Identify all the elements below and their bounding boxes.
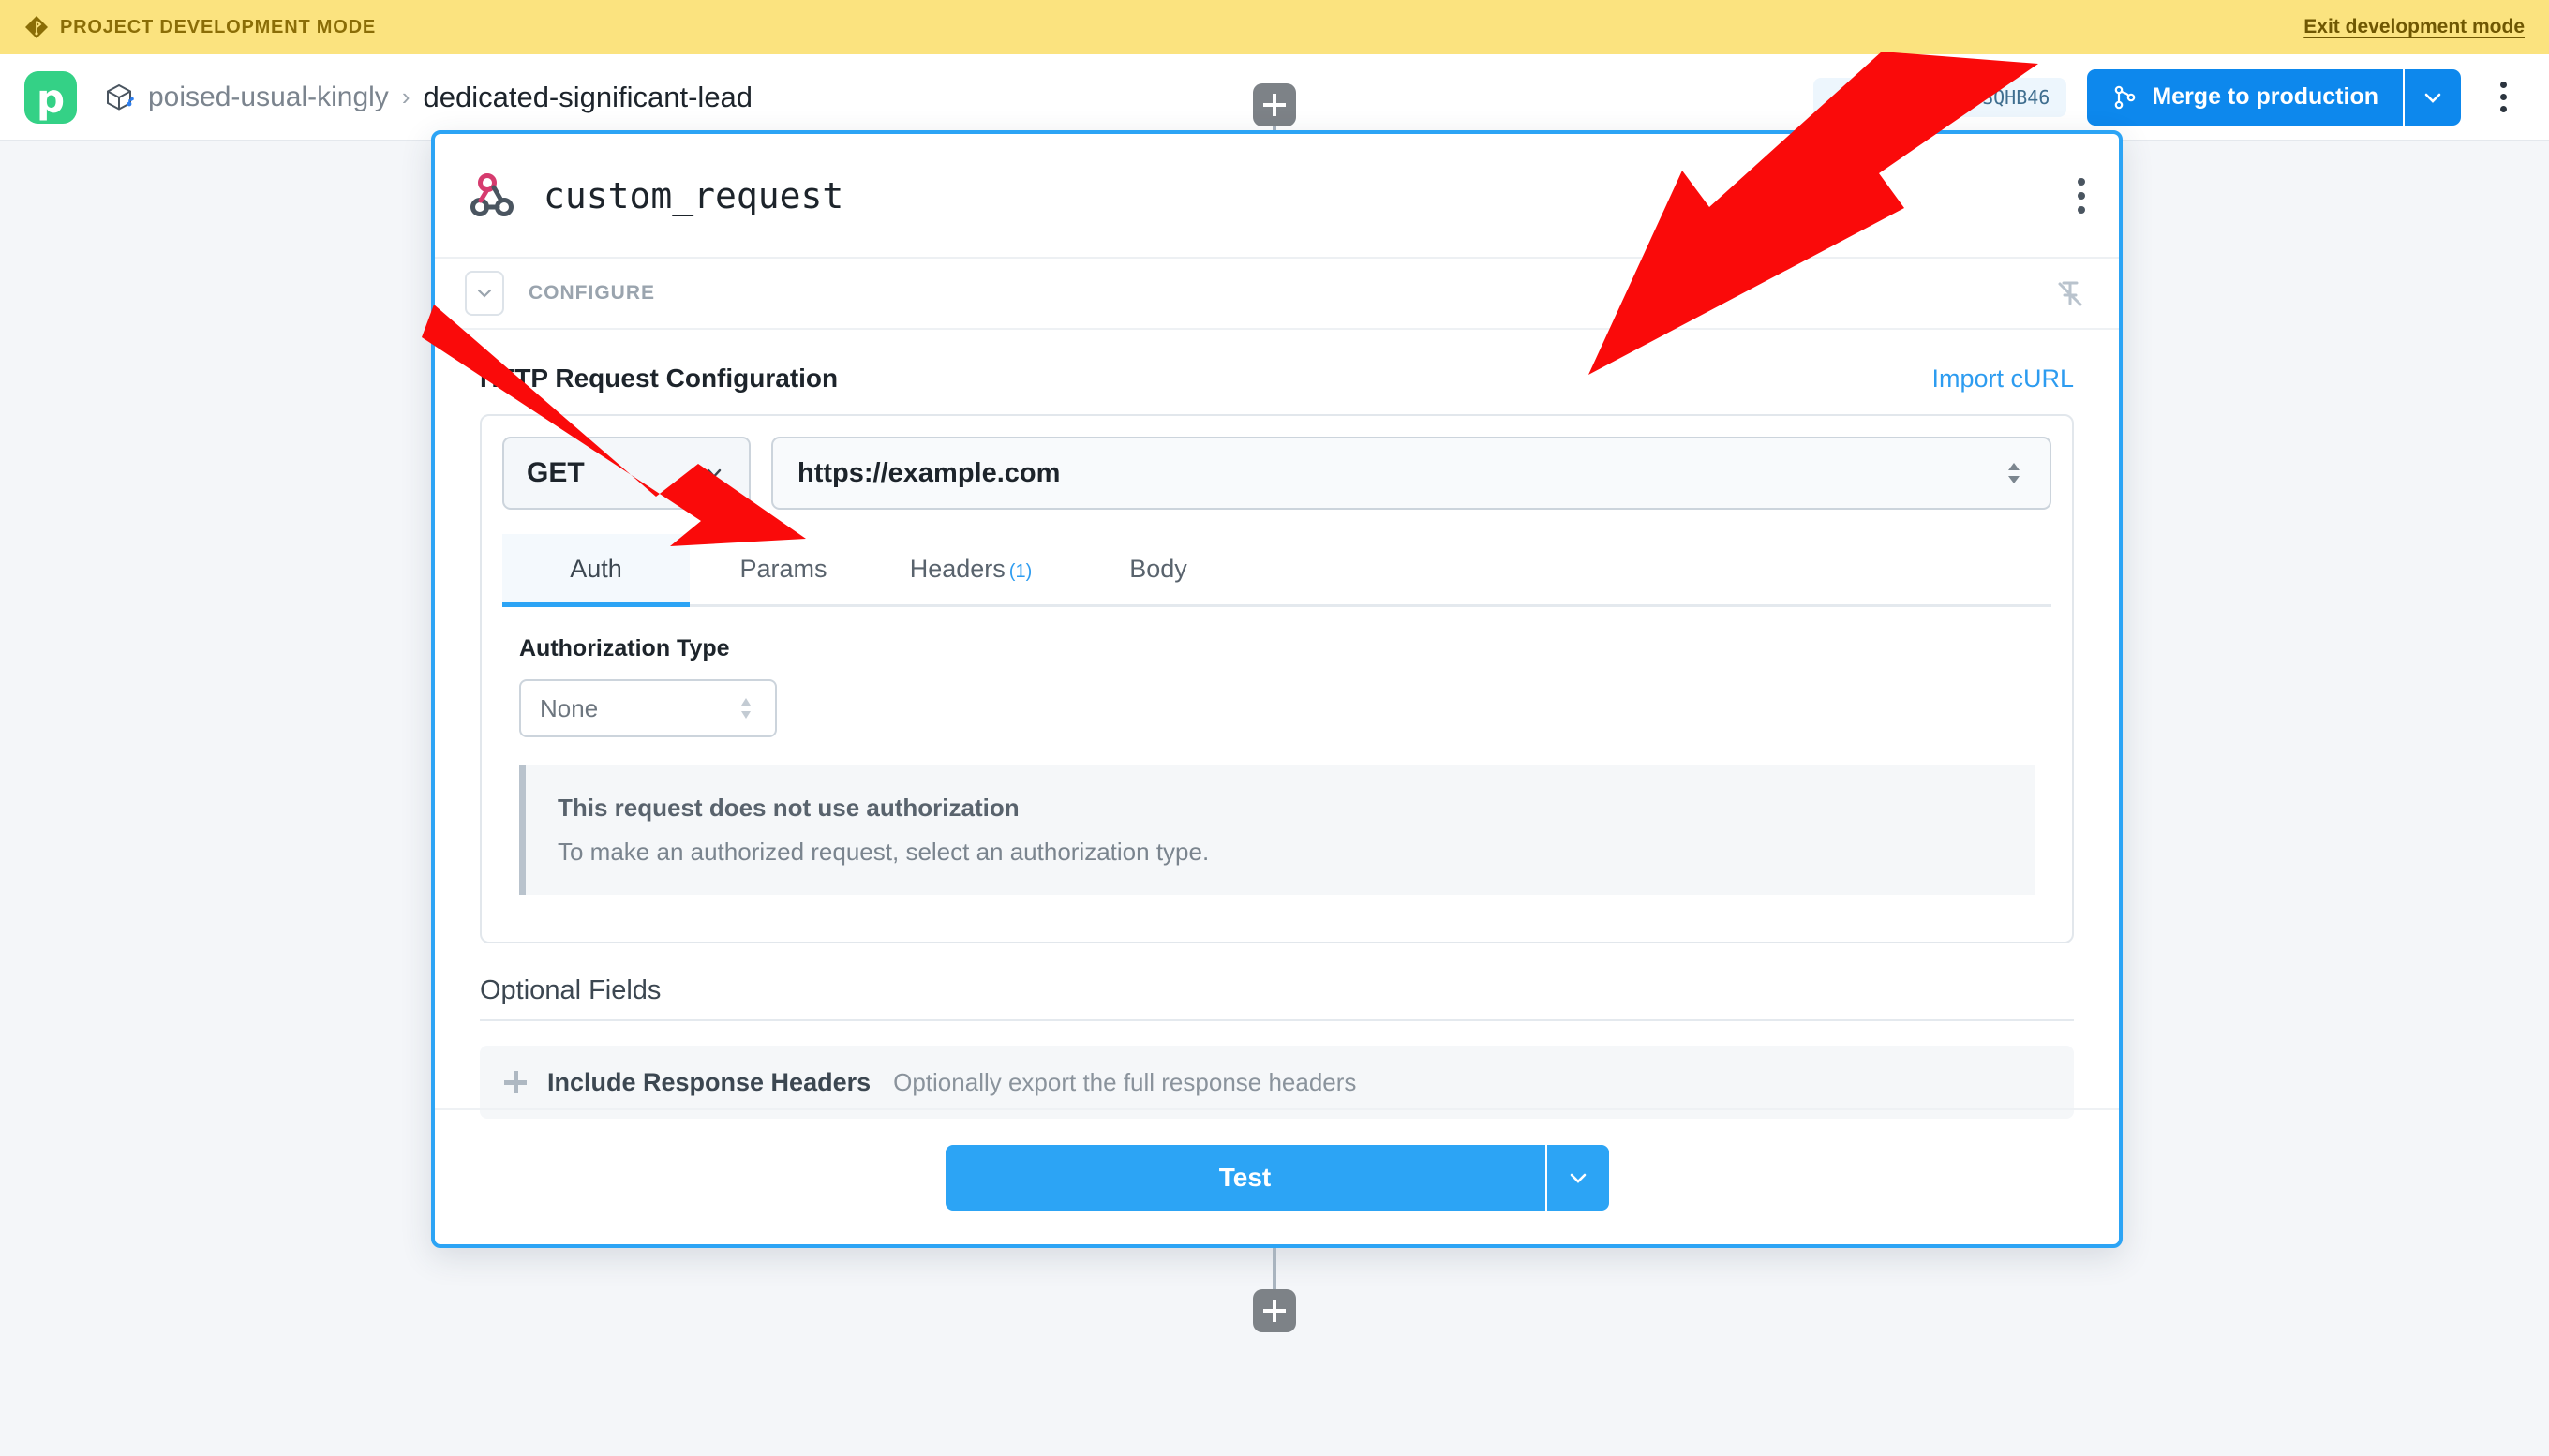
- branch-badge[interactable]: ⎇ dev-pravin-SQHB46: [1812, 77, 2067, 117]
- webhook-icon: [470, 172, 514, 216]
- development-mode-label: PROJECT DEVELOPMENT MODE: [60, 16, 377, 37]
- pin-off-icon: [2058, 281, 2082, 306]
- tab-auth-label: Auth: [570, 555, 622, 583]
- node-title: custom_request: [544, 174, 844, 216]
- collapse-configure-button[interactable]: [465, 271, 504, 316]
- topbar-overflow-menu[interactable]: [2482, 71, 2525, 124]
- node-card-header: custom_request: [435, 134, 2119, 259]
- unpin-button[interactable]: [2051, 275, 2087, 311]
- tab-headers-badge: (1): [1008, 561, 1033, 582]
- branch-icon: ⎇: [1829, 85, 1852, 109]
- exit-development-mode-link[interactable]: Exit development mode: [2303, 16, 2525, 37]
- request-tabs: Auth Params Headers (1) Body: [502, 534, 2051, 607]
- merge-to-production-button[interactable]: Merge to production: [2087, 68, 2403, 126]
- cube-branch-icon: [107, 83, 134, 111]
- request-url-value: https://example.com: [797, 457, 1061, 488]
- breadcrumb: poised-usual-kingly › dedicated-signific…: [103, 81, 753, 114]
- tab-body[interactable]: Body: [1065, 534, 1252, 604]
- diamond-branch-icon: [25, 16, 48, 38]
- updown-arrows-icon: [741, 698, 751, 719]
- tab-headers-label: Headers: [909, 555, 1006, 583]
- method-url-row: GET https://example.com: [502, 437, 2051, 510]
- http-request-section-title: HTTP Request Configuration: [480, 364, 839, 393]
- add-node-button-bottom[interactable]: [1253, 1289, 1296, 1332]
- breadcrumb-separator: ›: [401, 82, 410, 111]
- branch-badge-label: dev-pravin-SQHB46: [1857, 85, 2050, 109]
- optional-fields-title: Optional Fields: [480, 975, 662, 1005]
- optional-fields-divider: [480, 1019, 2074, 1021]
- custom-request-node-card[interactable]: custom_request CONFIGURE HTTP Request Co…: [431, 130, 2123, 1248]
- configure-section-bar: CONFIGURE: [435, 259, 2119, 330]
- test-button[interactable]: Test: [945, 1144, 1545, 1211]
- development-mode-banner: PROJECT DEVELOPMENT MODE Exit developmen…: [0, 0, 2549, 54]
- authorization-note-title: This request does not use authorization: [558, 794, 1020, 822]
- chevron-down-icon: [477, 289, 492, 298]
- merge-dropdown-button[interactable]: [2403, 68, 2461, 126]
- kebab-dot: [2499, 82, 2507, 88]
- add-node-button-top[interactable]: [1253, 83, 1296, 126]
- merge-to-production-label: Merge to production: [2152, 83, 2378, 110]
- authorization-type-select[interactable]: None: [519, 679, 777, 737]
- updown-arrows-icon: [2008, 463, 2020, 483]
- node-card-body: HTTP Request Configuration Import cURL G…: [435, 330, 2119, 1119]
- node-card-footer: Test: [435, 1108, 2119, 1244]
- tab-body-label: Body: [1129, 555, 1187, 583]
- authorization-info-note: This request does not use authorization …: [519, 765, 2035, 895]
- development-mode-banner-left: PROJECT DEVELOPMENT MODE: [24, 15, 376, 39]
- configure-label: CONFIGURE: [529, 282, 655, 304]
- request-url-input[interactable]: https://example.com: [771, 437, 2051, 510]
- kebab-dot: [2078, 177, 2085, 186]
- node-card-overflow-menu[interactable]: [2078, 177, 2085, 214]
- plus-icon: [504, 1071, 527, 1093]
- test-dropdown-button[interactable]: [1544, 1144, 1609, 1211]
- chevron-down-icon: [1570, 1173, 1586, 1183]
- http-request-box: GET https://example.com Auth Params Head…: [480, 414, 2074, 943]
- kebab-dot: [2078, 205, 2085, 214]
- tab-params-label: Params: [739, 555, 827, 583]
- kebab-dot: [2499, 94, 2507, 100]
- authorization-type-value: None: [540, 693, 599, 722]
- http-method-select[interactable]: GET: [502, 437, 751, 510]
- flow-canvas[interactable]: custom_request CONFIGURE HTTP Request Co…: [0, 83, 2549, 1456]
- optional-field-description: Optionally export the full response head…: [893, 1067, 1357, 1096]
- app-logo-letter: p: [36, 75, 66, 122]
- chevron-down-icon: [707, 468, 722, 479]
- import-curl-link[interactable]: Import cURL: [1931, 364, 2074, 394]
- tab-params[interactable]: Params: [690, 534, 877, 604]
- development-mode-banner-right: Exit development mode: [2303, 16, 2525, 38]
- test-button-group: Test: [945, 1144, 1609, 1211]
- chevron-down-icon: [2424, 93, 2441, 103]
- http-request-section-header: HTTP Request Configuration Import cURL: [480, 364, 2074, 394]
- authorization-note-body: To make an authorized request, select an…: [558, 838, 1210, 866]
- authorization-type-label: Authorization Type: [519, 635, 730, 661]
- app-logo[interactable]: p: [24, 70, 77, 124]
- optional-field-name: Include Response Headers: [547, 1067, 872, 1096]
- breadcrumb-project[interactable]: poised-usual-kingly: [148, 82, 389, 113]
- breadcrumb-current: dedicated-significant-lead: [423, 80, 753, 113]
- http-method-value: GET: [527, 457, 585, 488]
- tab-auth[interactable]: Auth: [502, 534, 690, 607]
- topbar-actions: ⎇ dev-pravin-SQHB46 Merge to production: [1812, 68, 2525, 126]
- auth-tab-panel: Authorization Type None This request doe…: [502, 607, 2051, 921]
- tab-headers[interactable]: Headers (1): [877, 534, 1065, 604]
- merge-branch-icon: [2115, 85, 2136, 109]
- kebab-dot: [2078, 191, 2085, 200]
- merge-button-group: Merge to production: [2087, 68, 2461, 126]
- kebab-dot: [2499, 106, 2507, 112]
